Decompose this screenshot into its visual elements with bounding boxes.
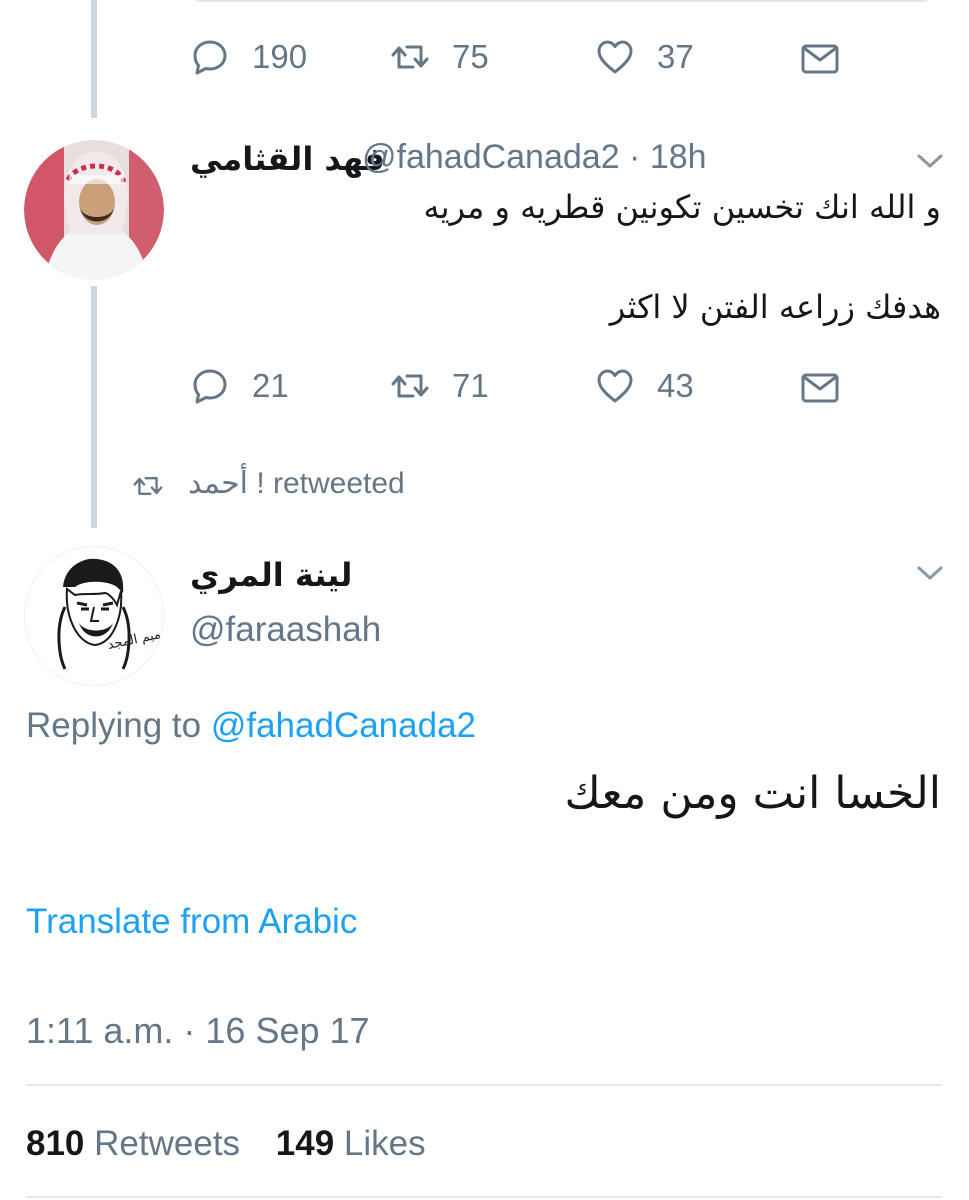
retweet-button[interactable]: 75 (390, 35, 489, 79)
chevron-down-icon[interactable] (916, 563, 944, 583)
avatar[interactable] (24, 140, 164, 280)
display-name[interactable]: لينة المري (190, 556, 352, 594)
like-button[interactable]: 43 (595, 364, 694, 408)
reply-count: 21 (252, 367, 289, 404)
like-count: 43 (657, 367, 694, 404)
divider (26, 1196, 942, 1198)
like-button[interactable]: 37 (595, 35, 694, 79)
retweet-icon (391, 45, 429, 69)
translate-link[interactable]: Translate from Arabic (26, 902, 357, 942)
retweet-count: 71 (452, 367, 489, 404)
replying-to-handle-link[interactable]: @fahadCanada2 (211, 706, 476, 745)
main-tweet-text: الخسا انت ومن معك (564, 768, 941, 819)
like-icon (597, 40, 633, 74)
replying-to: Replying to @fahadCanada2 (26, 706, 476, 746)
likes-stat[interactable]: 149 Likes (276, 1124, 426, 1163)
reply-icon (193, 40, 227, 75)
handle[interactable]: @faraashah (190, 610, 381, 650)
direct-message-icon (801, 373, 839, 403)
tweet-stats: 810 Retweets 149 Likes (26, 1124, 426, 1164)
reply-button[interactable]: 190 (190, 35, 307, 79)
thread-line-top (91, 0, 97, 118)
retweeted-by-label[interactable]: أحمد ! retweeted (188, 466, 405, 501)
thread-line-middle (91, 286, 97, 528)
reply-tweet-actions: 21 71 43 (190, 364, 850, 408)
reply-button[interactable]: 21 (190, 364, 289, 408)
handle-and-time[interactable]: @fahadCanada2 · 18h (362, 138, 707, 177)
retweet-button[interactable]: 71 (390, 364, 489, 408)
display-name[interactable]: فهد القثامي (190, 140, 385, 178)
reply-icon (193, 369, 227, 404)
likes-count: 149 (275, 1124, 335, 1163)
direct-message-button[interactable] (800, 37, 840, 81)
reply-count: 190 (252, 38, 308, 75)
divider (26, 1084, 942, 1086)
retweets-label: Retweets (94, 1124, 241, 1163)
avatar[interactable]: تميم المجد (24, 546, 164, 686)
likes-label: Likes (343, 1124, 426, 1163)
avatar-image: تميم المجد (25, 547, 163, 685)
retweets-count: 810 (26, 1124, 85, 1163)
tweet-text-line-1: و الله انك تخسين تكونين قطريه و مريه (423, 188, 941, 226)
replying-to-prefix: Replying to (26, 706, 211, 745)
timestamp[interactable]: 1:11 a.m. · 16 Sep 17 (26, 1010, 370, 1052)
tweet-text-line-2: هدفك زراعه الفتن لا اكثر (609, 288, 941, 326)
direct-message-icon (801, 44, 839, 74)
avatar-image (24, 140, 164, 280)
retweet-count: 75 (452, 38, 489, 75)
like-icon (597, 369, 633, 403)
retweets-stat[interactable]: 810 Retweets (26, 1124, 240, 1163)
quoted-card-edge (188, 0, 936, 2)
retweet-icon (133, 477, 163, 495)
direct-message-button[interactable] (800, 366, 840, 410)
retweet-icon (391, 374, 429, 398)
top-tweet-actions: 190 75 37 (190, 35, 850, 79)
chevron-down-icon[interactable] (916, 151, 944, 171)
like-count: 37 (657, 38, 694, 75)
